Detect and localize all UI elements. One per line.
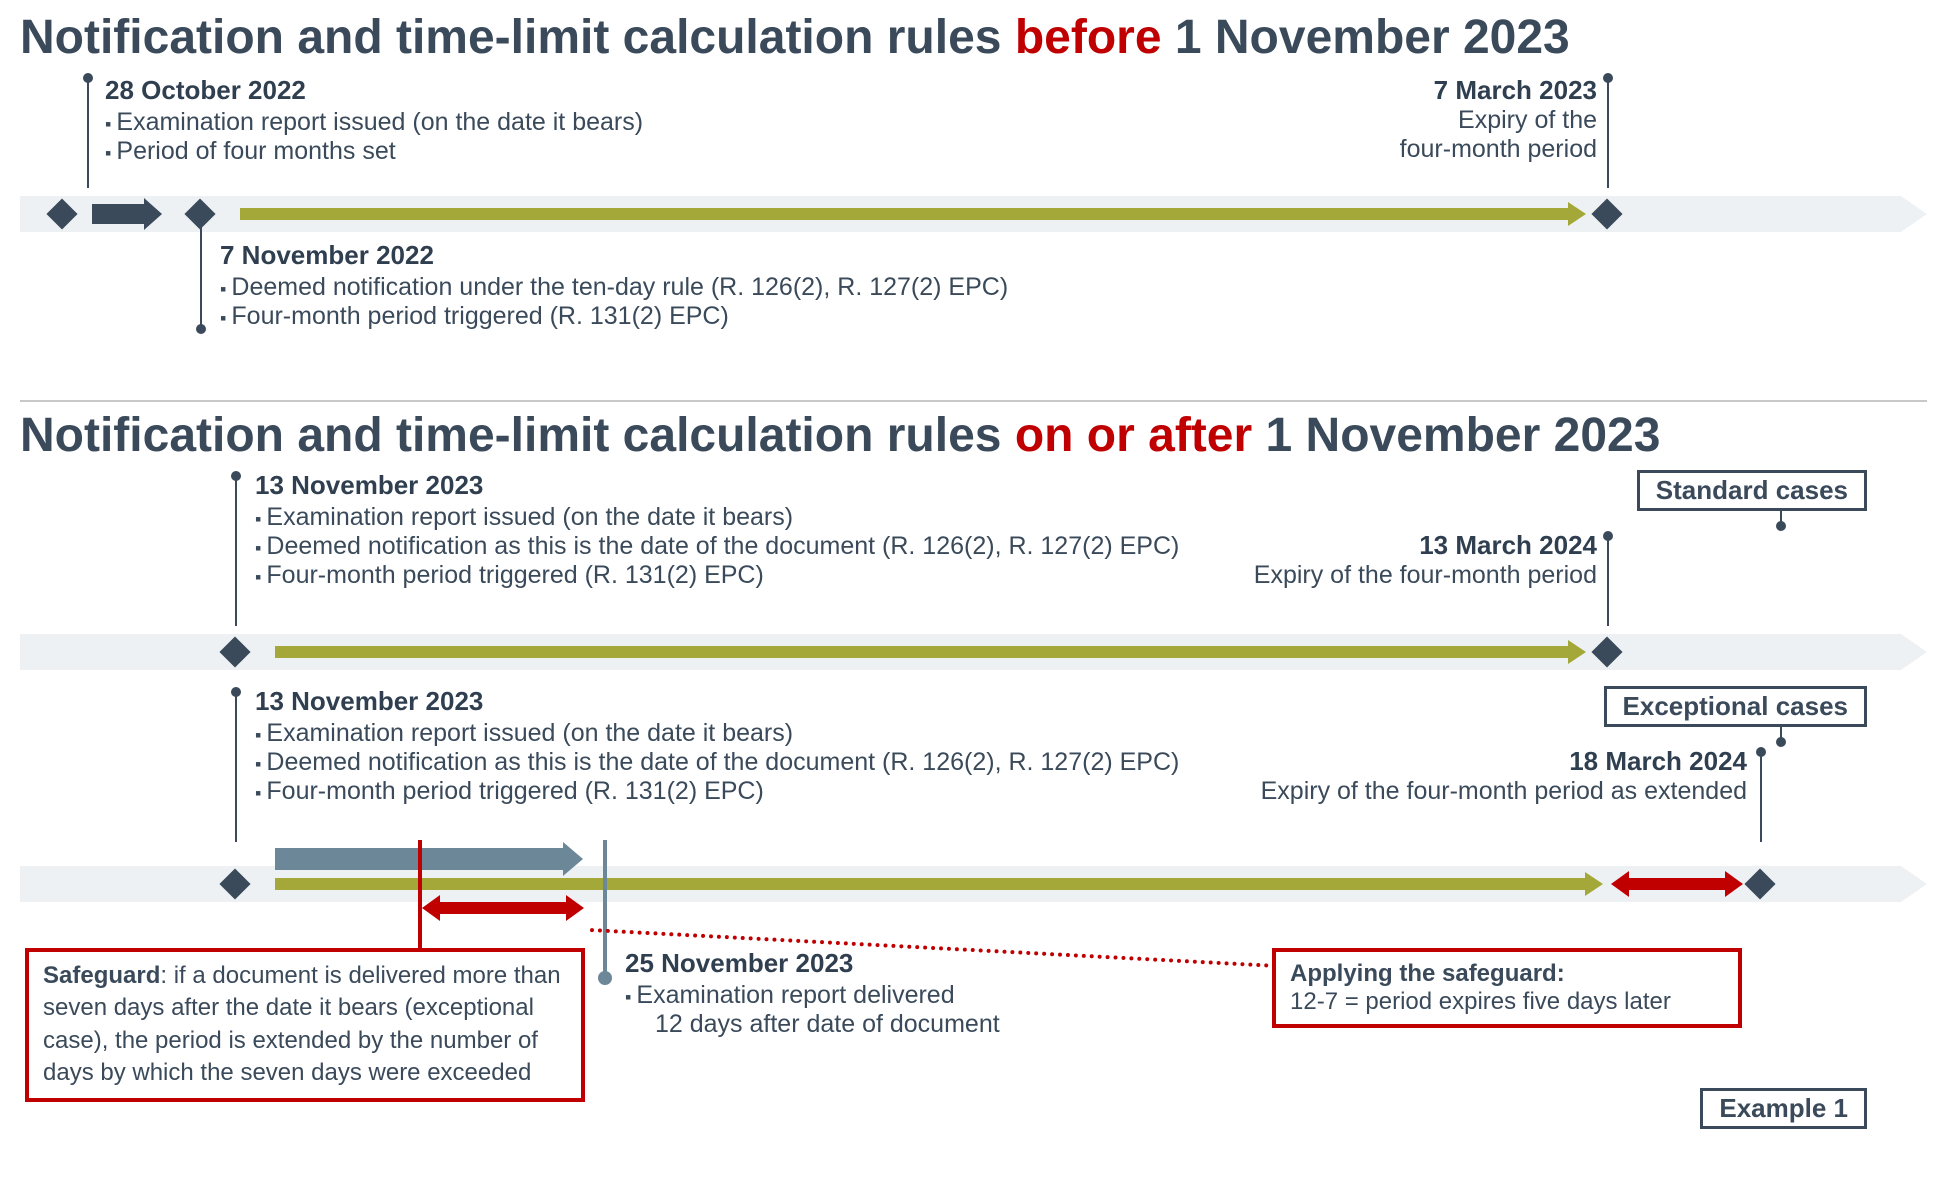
before-expiry-sub: Expiry of the four-month period	[1297, 106, 1597, 164]
standard-expiry-date: 13 March 2024	[1177, 530, 1597, 561]
standard-track	[20, 634, 1927, 670]
standard-expiry-sub: Expiry of the four-month period	[1177, 561, 1597, 590]
standard-b1: Examination report issued (on the date i…	[255, 503, 1179, 532]
before-tenday-arrow	[92, 204, 146, 224]
before-track	[20, 196, 1927, 232]
exceptional-issue-connector	[235, 692, 237, 842]
applying-box: Applying the safeguard: 12-7 = period ex…	[1272, 948, 1742, 1028]
exceptional-expiry-block: 18 March 2024 Expiry of the four-month p…	[1187, 746, 1747, 806]
standard-issue-connector	[235, 476, 237, 626]
standard-period-arrow	[275, 646, 1570, 658]
exceptional-issue-date: 13 November 2023	[255, 686, 1179, 717]
example-label: Example 1	[1700, 1088, 1867, 1129]
before-expiry-connector	[1607, 78, 1609, 188]
title-after-pre: Notification and time-limit calculation …	[20, 409, 1015, 462]
section-divider	[20, 400, 1927, 402]
exceed-arrow	[438, 902, 568, 914]
title-after-post: 1 November 2023	[1252, 409, 1660, 462]
extension-arrow	[1627, 878, 1727, 890]
section-before: Notification and time-limit calculation …	[20, 10, 1927, 390]
title-before-pre: Notification and time-limit calculation …	[20, 11, 1015, 64]
standard-expiry-block: 13 March 2024 Expiry of the four-month p…	[1177, 530, 1597, 590]
exceptional-track	[20, 866, 1927, 902]
delivery-dot	[598, 971, 612, 985]
standard-label-connector	[1780, 510, 1782, 526]
exceptional-b3: Four-month period triggered (R. 131(2) E…	[255, 777, 1179, 806]
before-deemed-date: 7 November 2022	[220, 240, 1008, 271]
exceptional-expiry-sub: Expiry of the four-month period as exten…	[1187, 777, 1747, 806]
before-issue-connector	[87, 78, 89, 188]
before-deemed-block: 7 November 2022 Deemed notification unde…	[220, 240, 1008, 331]
before-deemed-connector	[200, 224, 202, 329]
before-issue-date: 28 October 2022	[105, 75, 643, 106]
before-issue-block: 28 October 2022 Examination report issue…	[105, 75, 643, 166]
applying-label: Applying the safeguard:	[1290, 960, 1565, 987]
title-after-emph: on or after	[1015, 409, 1252, 462]
title-before-post: 1 November 2023	[1162, 11, 1570, 64]
before-issue-b2: Period of four months set	[105, 137, 643, 166]
applying-text: 12-7 = period expires five days later	[1290, 988, 1671, 1015]
exceptional-period-arrow	[275, 878, 1587, 890]
delivered-date: 25 November 2023	[625, 948, 1000, 979]
exceptional-expiry-date: 18 March 2024	[1187, 746, 1747, 777]
before-deemed-b1: Deemed notification under the ten-day ru…	[220, 273, 1008, 302]
delivered-b2: 12 days after date of document	[625, 1010, 1000, 1039]
exceptional-label-connector	[1780, 726, 1782, 742]
delivered-b1: Examination report delivered	[625, 981, 1000, 1010]
before-issue-b1: Examination report issued (on the date i…	[105, 108, 643, 137]
standard-b2: Deemed notification as this is the date …	[255, 532, 1179, 561]
before-expiry-block: 7 March 2023 Expiry of the four-month pe…	[1297, 75, 1597, 164]
safeguard-vline	[418, 840, 422, 948]
title-before-emph: before	[1015, 11, 1162, 64]
exceptional-expiry-connector	[1760, 752, 1762, 842]
delivery-vline	[603, 840, 607, 975]
exceptional-b1: Examination report issued (on the date i…	[255, 719, 1179, 748]
exceptional-b2: Deemed notification as this is the date …	[255, 748, 1179, 777]
exceptional-issue-block: 13 November 2023 Examination report issu…	[255, 686, 1179, 806]
standard-issue-block: 13 November 2023 Examination report issu…	[255, 470, 1179, 590]
standard-b3: Four-month period triggered (R. 131(2) E…	[255, 561, 1179, 590]
standard-expiry-connector	[1607, 536, 1609, 626]
safeguard-box: Safeguard: if a document is delivered mo…	[25, 948, 585, 1102]
before-expiry-date: 7 March 2023	[1297, 75, 1597, 106]
safeguard-label: Safeguard	[43, 962, 160, 989]
standard-cases-label: Standard cases	[1637, 470, 1867, 511]
before-deemed-b2: Four-month period triggered (R. 131(2) E…	[220, 302, 1008, 331]
exceptional-cases-label: Exceptional cases	[1604, 686, 1867, 727]
delivered-block: 25 November 2023 Examination report deli…	[625, 948, 1000, 1039]
title-before: Notification and time-limit calculation …	[20, 10, 1927, 65]
before-period-arrow	[240, 208, 1570, 220]
section-after: Notification and time-limit calculation …	[20, 408, 1927, 1148]
title-after: Notification and time-limit calculation …	[20, 408, 1927, 463]
standard-issue-date: 13 November 2023	[255, 470, 1179, 501]
